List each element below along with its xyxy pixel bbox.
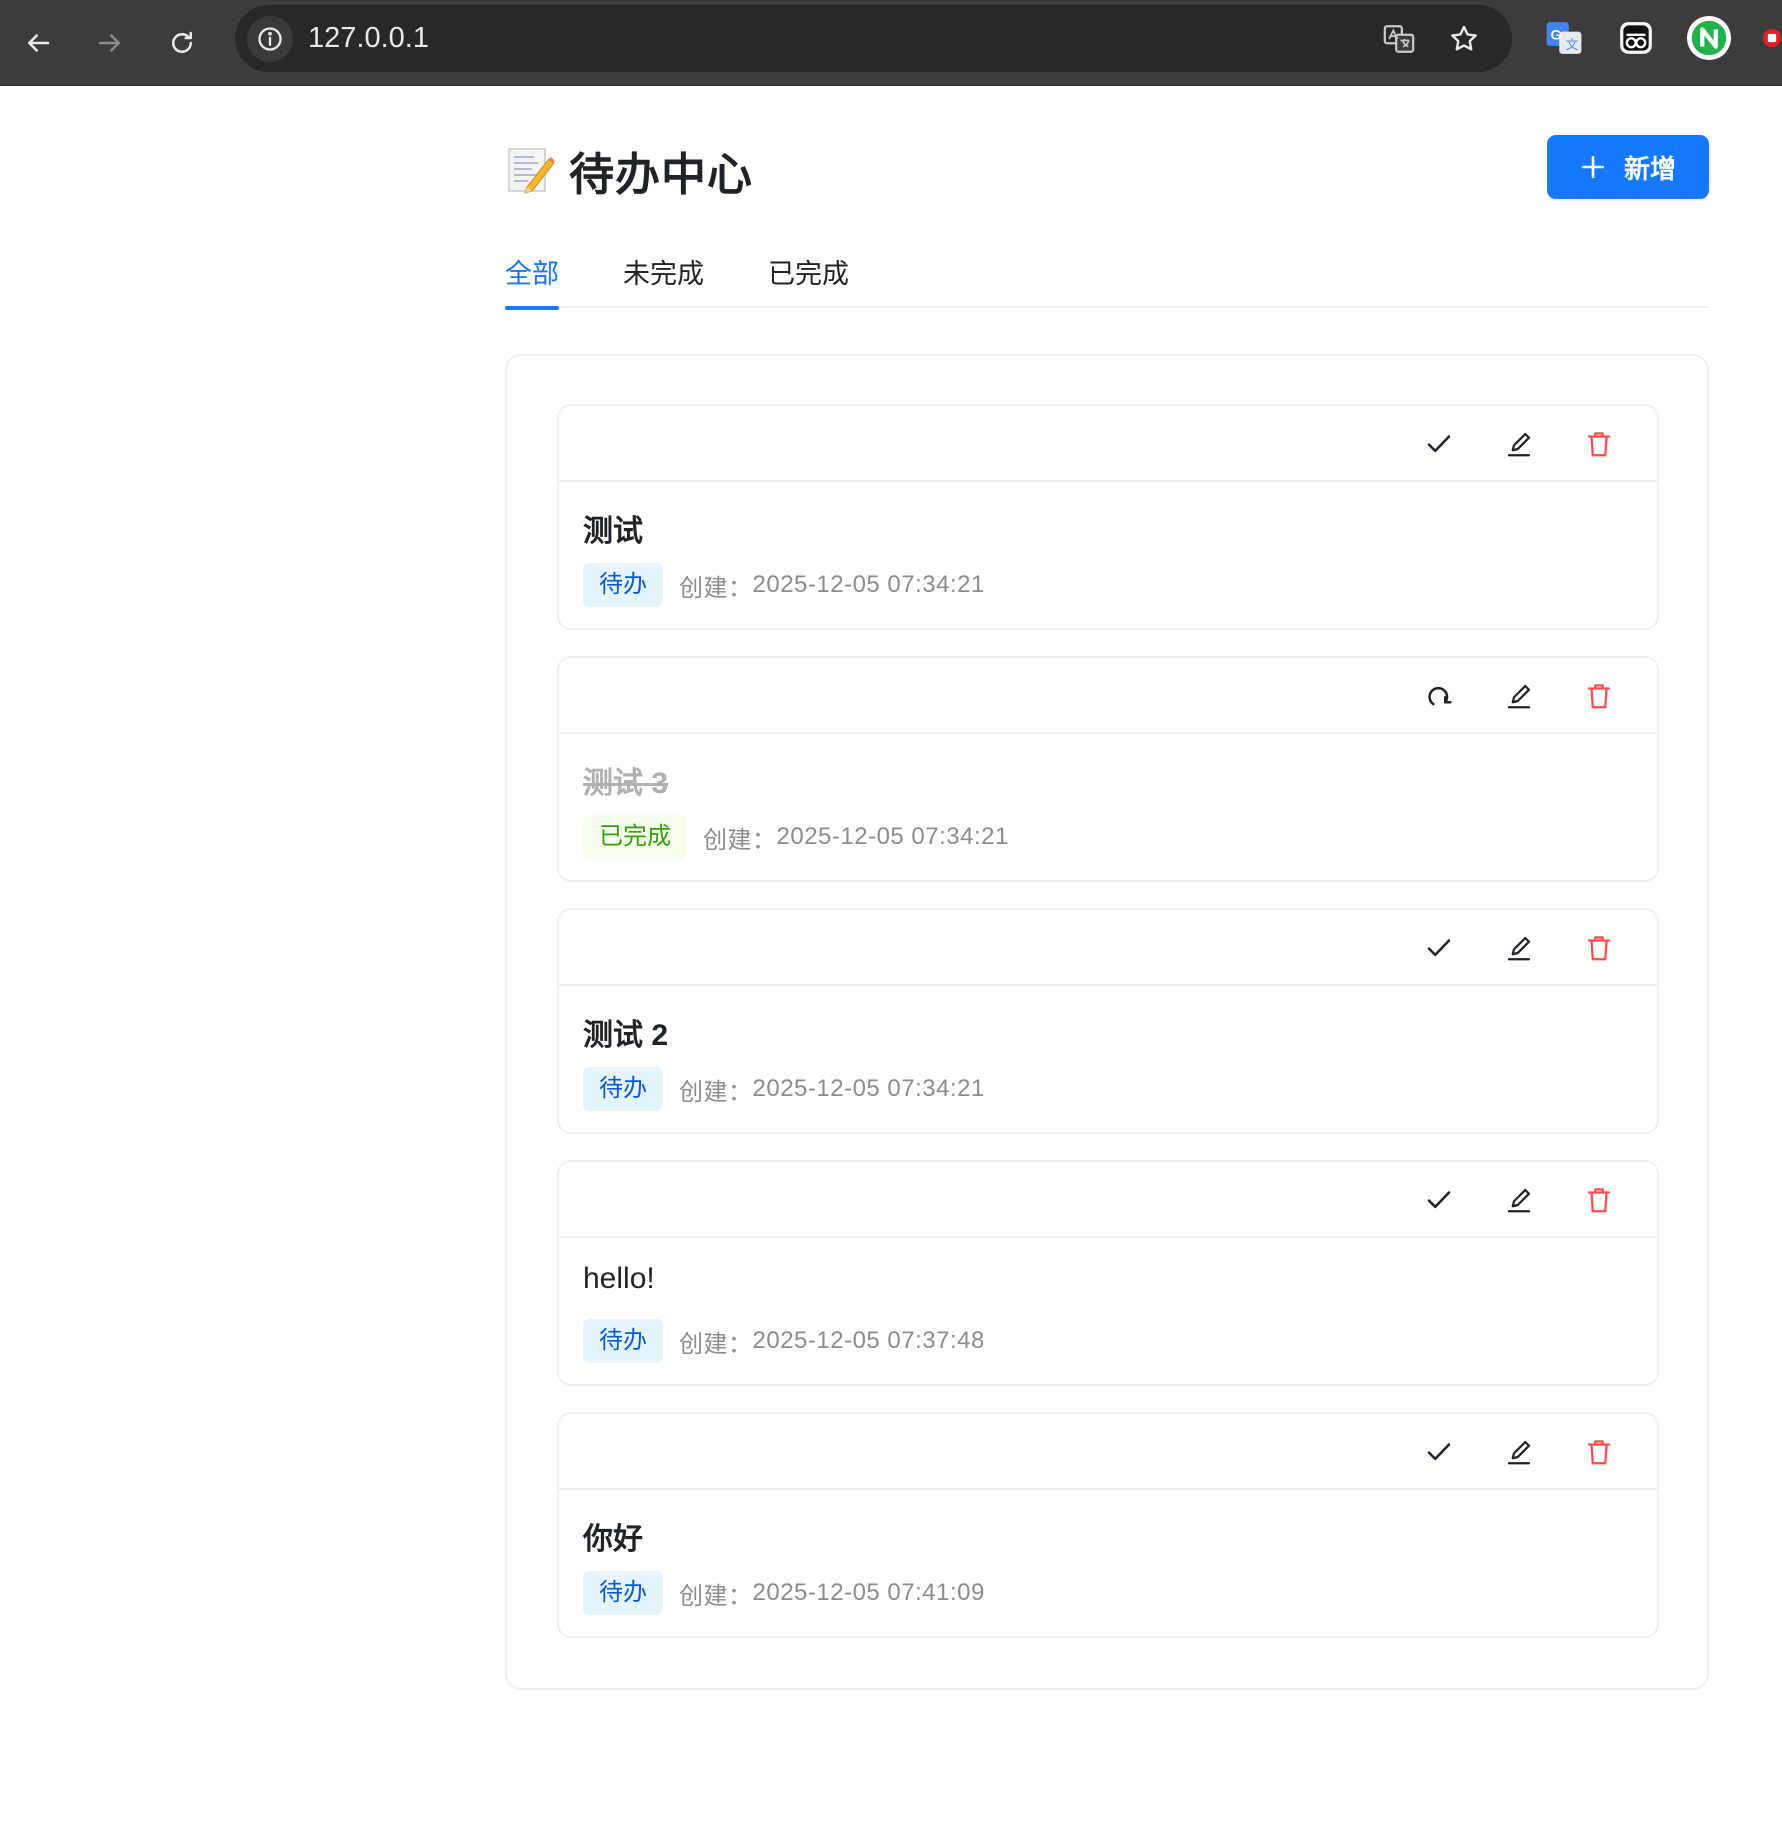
forward-button[interactable] xyxy=(85,18,135,68)
complete-button[interactable] xyxy=(1419,928,1459,968)
edit-icon xyxy=(1507,936,1531,961)
delete-button[interactable] xyxy=(1579,1180,1619,1220)
check-icon xyxy=(1427,939,1451,957)
todo-title: hello! xyxy=(583,1262,655,1295)
tab-incomplete[interactable]: 未完成 xyxy=(623,252,704,308)
todo-title: 测试 xyxy=(583,515,643,548)
edit-icon xyxy=(1507,684,1531,709)
todo-meta: 待办 创建： 2025-12-05 07:34:21 xyxy=(583,1067,985,1111)
todo-list-card: 测试 待办 创建： 2025-12-05 07:34:21 测试 3 已完成 创… xyxy=(505,354,1709,1690)
trash-icon xyxy=(1587,1440,1611,1465)
todo-meta: 已完成 创建： 2025-12-05 07:34:21 xyxy=(583,815,1009,859)
address-bar[interactable]: 127.0.0.1 xyxy=(235,5,1512,72)
trash-icon xyxy=(1587,432,1611,457)
tab-all[interactable]: 全部 xyxy=(505,252,559,310)
filter-tabs: 全部 未完成 已完成 xyxy=(505,252,1709,310)
todo-actions xyxy=(559,1414,1657,1490)
arrow-right-icon xyxy=(98,34,120,52)
nginx-extension-icon[interactable] xyxy=(1686,15,1732,61)
extension-red-icon[interactable] xyxy=(1762,18,1782,58)
check-icon xyxy=(1427,1443,1451,1461)
created-label: 创建： xyxy=(679,574,753,602)
todo-title: 测试 2 xyxy=(583,1019,669,1052)
status-badge: 待办 xyxy=(583,1319,663,1363)
complete-button[interactable] xyxy=(1419,1180,1459,1220)
todo-actions xyxy=(559,1162,1657,1238)
page-header: 待办中心 新增 xyxy=(505,135,1709,205)
created-time: 2025-12-05 07:34:21 xyxy=(752,1075,985,1102)
todo-title: 测试 3 xyxy=(583,767,669,800)
url-text[interactable]: 127.0.0.1 xyxy=(308,5,429,72)
reload-button[interactable] xyxy=(157,18,207,68)
todo-meta: 待办 创建： 2025-12-05 07:34:21 xyxy=(583,563,985,607)
edit-icon xyxy=(1507,432,1531,457)
trash-icon xyxy=(1587,684,1611,709)
page-title-wrap: 待办中心 xyxy=(507,135,753,205)
tab-completed-label: 已完成 xyxy=(768,259,849,289)
todo-item: 你好 待办 创建： 2025-12-05 07:41:09 xyxy=(557,1412,1659,1638)
memo-emoji-icon xyxy=(508,148,555,194)
check-icon xyxy=(1427,1191,1451,1209)
created-time: 2025-12-05 07:34:21 xyxy=(752,571,985,598)
tab-incomplete-label: 未完成 xyxy=(623,259,704,289)
todo-meta: 待办 创建： 2025-12-05 07:41:09 xyxy=(583,1571,985,1615)
svg-text:G: G xyxy=(1551,28,1562,44)
google-translate-extension-icon[interactable]: G文 xyxy=(1544,18,1584,58)
site-info-icon[interactable] xyxy=(247,16,293,62)
edit-button[interactable] xyxy=(1499,676,1539,716)
edit-button[interactable] xyxy=(1499,1180,1539,1220)
todo-meta: 待办 创建： 2025-12-05 07:37:48 xyxy=(583,1319,985,1363)
trash-icon xyxy=(1587,936,1611,961)
created-time: 2025-12-05 07:37:48 xyxy=(752,1327,985,1354)
complete-button[interactable] xyxy=(1419,424,1459,464)
add-button-label: 新增 xyxy=(1623,153,1676,184)
todo-actions xyxy=(559,658,1657,734)
todo-item: 测试 3 已完成 创建： 2025-12-05 07:34:21 xyxy=(557,656,1659,882)
check-icon xyxy=(1427,435,1451,453)
browser-toolbar: 127.0.0.1 G文 xyxy=(0,0,1782,86)
undo-complete-button[interactable] xyxy=(1419,676,1459,716)
status-badge: 待办 xyxy=(583,563,663,607)
todo-actions xyxy=(559,406,1657,482)
active-tab-indicator xyxy=(505,306,559,310)
todo-item: 测试 2 待办 创建： 2025-12-05 07:34:21 xyxy=(557,908,1659,1134)
back-button[interactable] xyxy=(13,18,63,68)
todo-title: 你好 xyxy=(583,1523,643,1556)
translate-icon[interactable] xyxy=(1381,21,1417,57)
todo-actions xyxy=(559,910,1657,986)
arrow-left-icon xyxy=(28,34,50,52)
add-todo-button[interactable]: 新增 xyxy=(1547,135,1709,199)
created-label: 创建： xyxy=(679,1330,753,1358)
delete-button[interactable] xyxy=(1579,424,1619,464)
created-label: 创建： xyxy=(679,1582,753,1610)
tab-all-label: 全部 xyxy=(505,259,559,289)
trash-icon xyxy=(1587,1188,1611,1213)
delete-button[interactable] xyxy=(1579,928,1619,968)
created-time: 2025-12-05 07:34:21 xyxy=(776,823,1009,850)
bookmark-star-icon[interactable] xyxy=(1446,21,1482,57)
edit-button[interactable] xyxy=(1499,928,1539,968)
delete-button[interactable] xyxy=(1579,1432,1619,1472)
edit-button[interactable] xyxy=(1499,424,1539,464)
edit-icon xyxy=(1507,1188,1531,1213)
edit-button[interactable] xyxy=(1499,1432,1539,1472)
delete-button[interactable] xyxy=(1579,676,1619,716)
status-badge: 已完成 xyxy=(583,815,687,859)
edit-icon xyxy=(1507,1440,1531,1465)
todo-item: 测试 待办 创建： 2025-12-05 07:34:21 xyxy=(557,404,1659,630)
created-label: 创建： xyxy=(703,826,777,854)
svg-text:文: 文 xyxy=(1566,37,1579,52)
created-time: 2025-12-05 07:41:09 xyxy=(752,1579,985,1606)
status-badge: 待办 xyxy=(583,1067,663,1111)
tab-completed[interactable]: 已完成 xyxy=(768,252,849,308)
page-title: 待办中心 xyxy=(569,148,754,200)
status-badge: 待办 xyxy=(583,1571,663,1615)
reload-icon xyxy=(172,31,192,53)
incognito-extension-icon[interactable] xyxy=(1616,18,1656,58)
complete-button[interactable] xyxy=(1419,1432,1459,1472)
plus-icon xyxy=(1581,155,1605,179)
redo-icon xyxy=(1428,686,1452,706)
created-label: 创建： xyxy=(679,1078,753,1106)
todo-item: hello! 待办 创建： 2025-12-05 07:37:48 xyxy=(557,1160,1659,1386)
